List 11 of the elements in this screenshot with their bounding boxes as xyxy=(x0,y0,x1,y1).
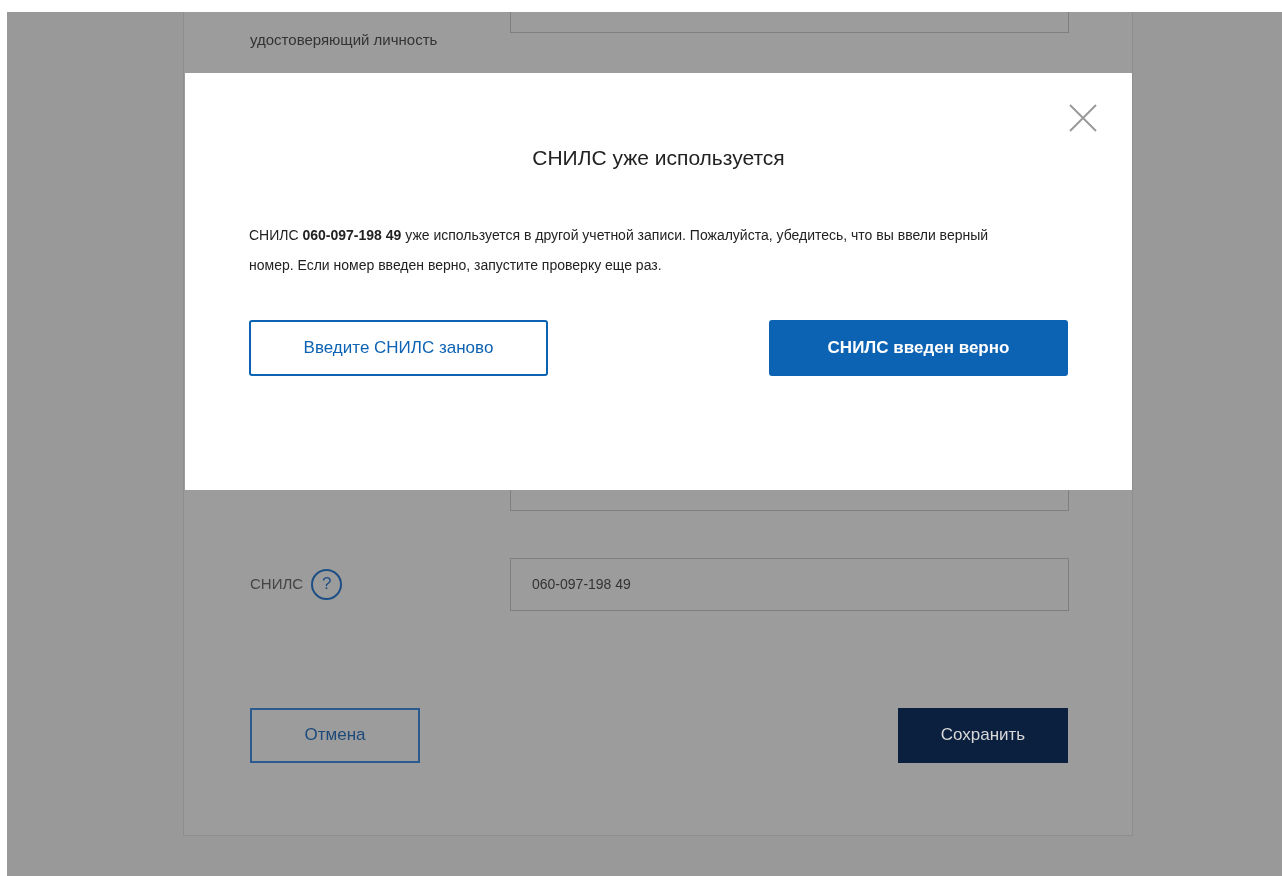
snils-field[interactable]: 060-097-198 49 xyxy=(510,557,1069,611)
dialog-title: СНИЛС уже используется xyxy=(532,145,785,171)
confirm-button[interactable]: СНИЛС введен верно xyxy=(769,319,1068,376)
close-icon[interactable] xyxy=(1069,104,1097,132)
cancel-button[interactable]: Отмена xyxy=(250,707,420,763)
save-button[interactable]: Сохранить xyxy=(898,707,1068,763)
help-icon[interactable]: ? xyxy=(311,568,343,600)
field-label: СНИЛС xyxy=(250,573,304,594)
re-enter-button[interactable]: Введите СНИЛС заново xyxy=(249,319,548,376)
dialog-message: СНИЛС 060-097-198 49 уже используется в другой учетной записи. Пожалуйста, убедитесь, что вы ввели верный номер. Если номер введен верно, запустите проверку еще раз. xyxy=(249,225,990,275)
field-label: удостоверяющий личность xyxy=(250,30,439,50)
